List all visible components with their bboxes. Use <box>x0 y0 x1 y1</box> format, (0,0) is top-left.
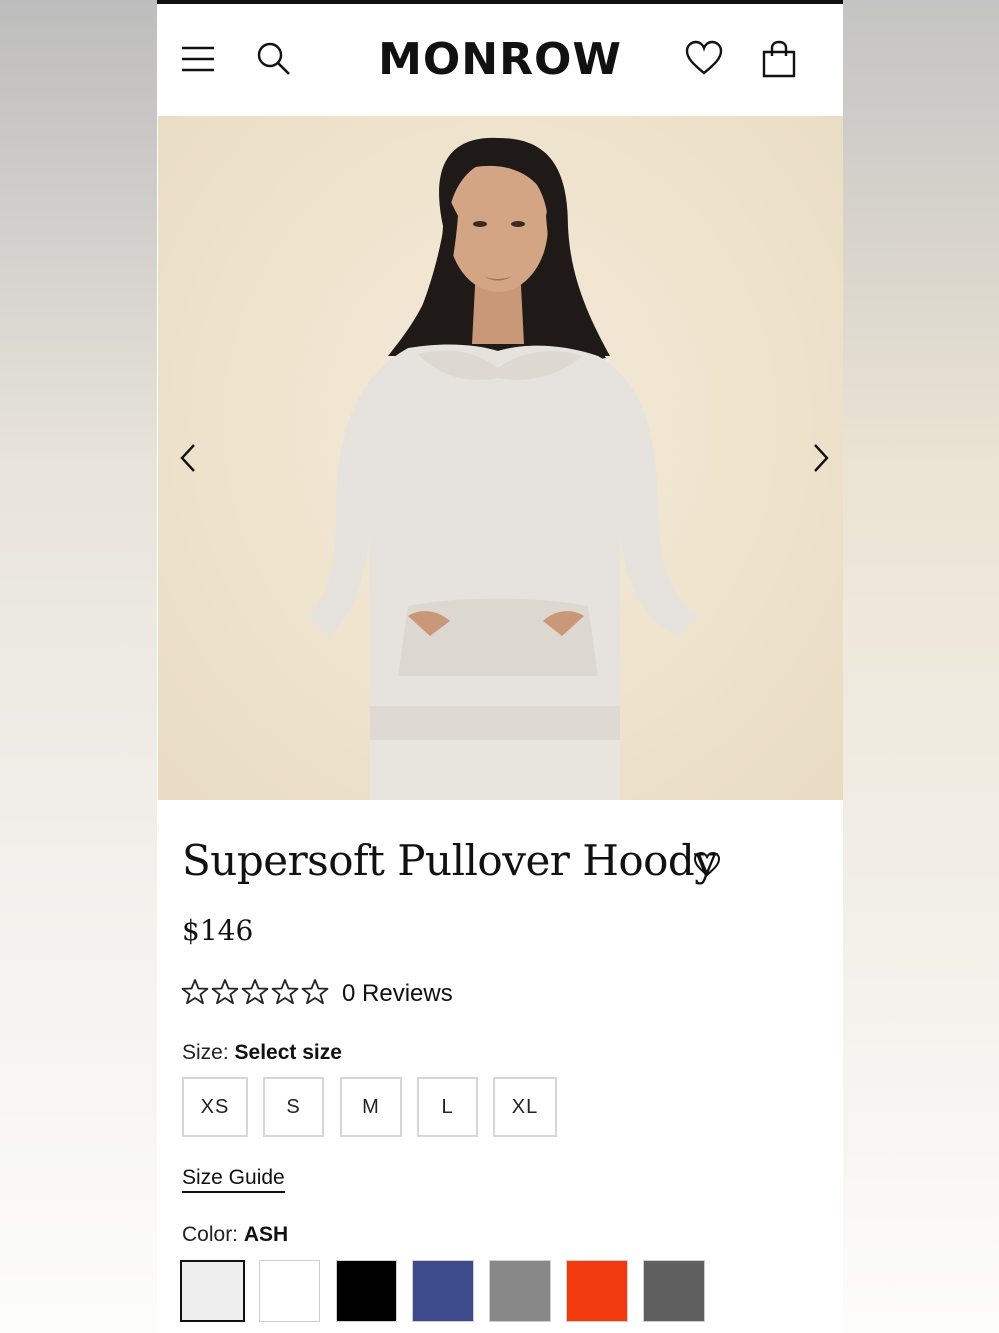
color-swatch-grey[interactable] <box>489 1260 551 1322</box>
color-selection-label: Color: ASH <box>182 1223 288 1247</box>
brand-logo[interactable]: MONROW <box>157 34 843 85</box>
size-option-xs[interactable]: XS <box>182 1077 248 1137</box>
product-image-gallery[interactable] <box>158 116 843 800</box>
size-value: Select size <box>234 1041 342 1064</box>
heart-icon[interactable] <box>685 40 723 76</box>
background-blur-right <box>843 0 999 1333</box>
color-value: ASH <box>243 1223 289 1246</box>
star-icon <box>271 979 299 1005</box>
size-option-l[interactable]: L <box>417 1077 478 1137</box>
size-label: Size: <box>182 1041 229 1064</box>
reviews-link[interactable]: 0 Reviews <box>342 980 453 1008</box>
size-selection-label: Size: Select size <box>182 1041 342 1065</box>
color-swatch-white[interactable] <box>259 1260 320 1322</box>
product-page: MONROW Supersoft Pullover Hoody $146 0 R… <box>157 0 843 1333</box>
color-swatch-navy[interactable] <box>412 1260 474 1322</box>
size-option-m[interactable]: M <box>340 1077 402 1137</box>
background-blur-left <box>0 0 157 1333</box>
size-option-s[interactable]: S <box>263 1077 324 1137</box>
chevron-left-icon[interactable] <box>174 442 202 474</box>
star-icon <box>241 979 269 1005</box>
chevron-right-icon[interactable] <box>807 442 835 474</box>
shopping-bag-icon[interactable] <box>761 40 797 78</box>
model-in-hoody-photo <box>308 137 698 800</box>
color-label: Color: <box>182 1223 239 1246</box>
size-option-xl[interactable]: XL <box>493 1077 557 1137</box>
product-price: $146 <box>182 914 254 947</box>
color-swatch-ash[interactable] <box>180 1260 245 1322</box>
color-swatch-charcoal[interactable] <box>643 1260 705 1322</box>
site-header: MONROW <box>157 4 843 114</box>
star-icon <box>301 979 329 1005</box>
rating-stars[interactable] <box>181 978 329 1008</box>
favorite-heart-icon[interactable] <box>693 851 721 877</box>
product-title: Supersoft Pullover Hoody <box>182 836 718 885</box>
color-swatch-red[interactable] <box>566 1260 628 1322</box>
star-icon <box>211 979 239 1005</box>
size-guide-link[interactable]: Size Guide <box>182 1166 285 1193</box>
color-swatch-black[interactable] <box>336 1260 397 1322</box>
star-icon <box>181 979 209 1005</box>
